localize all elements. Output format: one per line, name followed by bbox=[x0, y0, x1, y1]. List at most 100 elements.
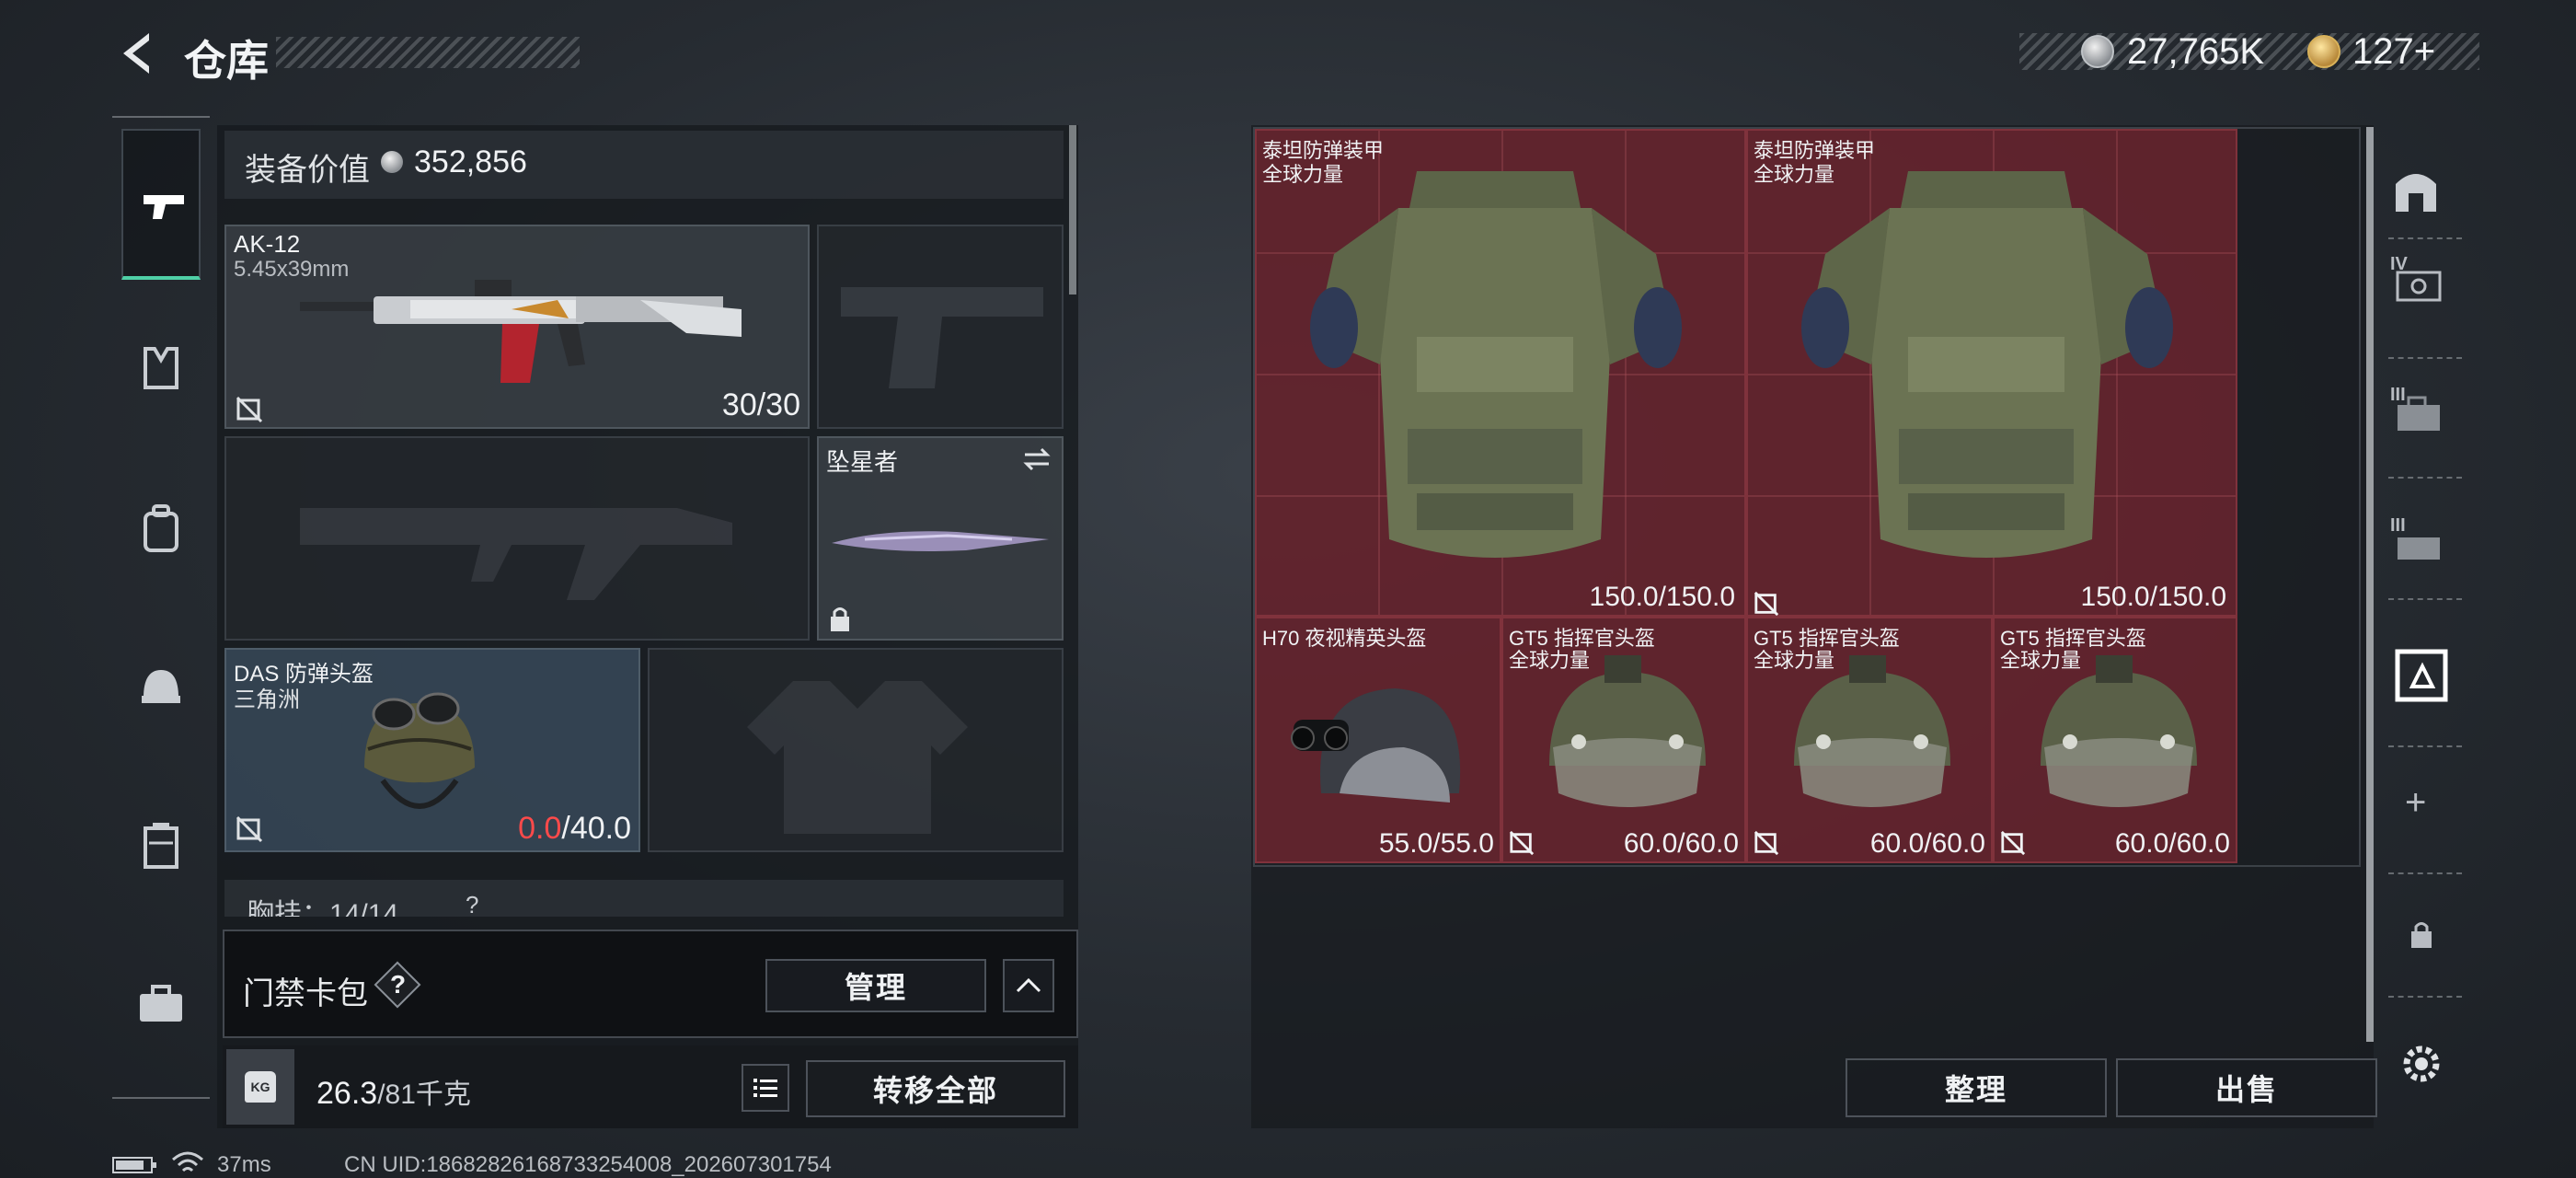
storage-item-armor[interactable]: 泰坦防弹装甲 全球力量 150.0/150.0 bbox=[1255, 129, 1779, 617]
weight-icon: KG bbox=[245, 1071, 276, 1103]
item-durability: 55.0/55.0 bbox=[1378, 828, 1494, 859]
rail-divider bbox=[2388, 872, 2462, 874]
helmet-tab-icon[interactable] bbox=[138, 664, 184, 707]
item-durability: 150.0/150.0 bbox=[1589, 582, 1735, 612]
no-insure-icon bbox=[1754, 830, 1779, 856]
storage-item-helmet[interactable]: GT5 指挥官头盔 全球力量 60.0/60.0 bbox=[1993, 617, 2237, 863]
rig-tab-icon[interactable] bbox=[140, 821, 182, 871]
gt5-helmet-image bbox=[1549, 655, 1706, 807]
tab-level-3a[interactable]: III bbox=[2390, 385, 2449, 440]
item-name: H70 夜视精英头盔 bbox=[1262, 627, 1427, 650]
no-insure-icon bbox=[236, 396, 263, 423]
helmet-durability-current: 0.0 bbox=[518, 811, 562, 846]
wifi-icon bbox=[172, 1151, 203, 1172]
case-tab-icon[interactable] bbox=[136, 983, 186, 1025]
keycard-help-mark: ? bbox=[390, 970, 407, 999]
titan-armor-image bbox=[1801, 171, 2173, 558]
gt5-helmet-image bbox=[2041, 655, 2197, 807]
tab-level-3b[interactable]: III bbox=[2390, 515, 2449, 571]
backpack-tab-icon[interactable] bbox=[138, 504, 184, 554]
gold-coin-icon bbox=[2307, 35, 2340, 68]
weight-value: 26.3/81千克 bbox=[316, 1071, 471, 1112]
page-title: 仓库 bbox=[184, 37, 269, 85]
item-durability: 60.0/60.0 bbox=[1623, 828, 1739, 859]
storage-scrollbar[interactable] bbox=[2366, 127, 2374, 1042]
knife-image bbox=[832, 531, 1049, 551]
transfer-all-button[interactable]: 转移全部 bbox=[806, 1060, 1065, 1117]
titan-armor-image bbox=[1310, 171, 1682, 558]
list-icon bbox=[753, 1079, 777, 1097]
tab-level-4[interactable]: IV bbox=[2390, 254, 2449, 309]
weight-current: 26.3 bbox=[316, 1076, 378, 1111]
storage-item-helmet[interactable]: GT5 指挥官头盔 全球力量 60.0/60.0 bbox=[1746, 617, 1993, 863]
pistol-silhouette-icon bbox=[841, 287, 1043, 388]
tab-active-container[interactable] bbox=[2388, 641, 2456, 709]
primary-weapon-slot[interactable]: AK-12 5.45x39mm 30/30 bbox=[224, 225, 810, 429]
rail-divider bbox=[2388, 996, 2462, 998]
h70-helmet-image bbox=[1291, 688, 1461, 803]
collapse-button[interactable] bbox=[1003, 959, 1054, 1012]
storage-item-helmet[interactable]: H70 夜视精英头盔 55.0/55.0 bbox=[1255, 617, 1501, 863]
weapon-ammo: 30/30 bbox=[721, 387, 800, 422]
no-insure-icon bbox=[2000, 830, 2026, 856]
gt5-helmet-image bbox=[1794, 655, 1950, 807]
rail-divider bbox=[2388, 357, 2462, 359]
rail-divider bbox=[2388, 237, 2462, 239]
case-icon bbox=[2396, 271, 2442, 302]
case-icon bbox=[2398, 396, 2440, 431]
das-helmet-image bbox=[364, 692, 475, 809]
silver-coin-icon bbox=[381, 151, 403, 173]
back-arrow-icon bbox=[123, 33, 149, 74]
no-insure-icon bbox=[1509, 830, 1535, 856]
melee-slot[interactable]: 坠星者 bbox=[817, 436, 1064, 641]
list-view-button[interactable] bbox=[742, 1064, 789, 1112]
weight-max: /81千克 bbox=[377, 1080, 471, 1110]
storage-item-armor[interactable]: 泰坦防弹装甲 全球力量 150.0/150.0 bbox=[1746, 129, 2237, 617]
storage-item-helmet[interactable]: GT5 指挥官头盔 全球力量 60.0/60.0 bbox=[1501, 617, 1746, 863]
armor-slot[interactable] bbox=[648, 648, 1064, 852]
sell-button[interactable]: 出售 bbox=[2116, 1058, 2377, 1117]
tab-weapons[interactable] bbox=[121, 129, 201, 280]
weight-icon-text: KG bbox=[250, 1080, 270, 1094]
container-icon bbox=[2395, 649, 2448, 702]
rail-divider bbox=[2388, 745, 2462, 747]
melee-name: 坠星者 bbox=[826, 448, 899, 476]
pistol-tab-icon bbox=[144, 195, 184, 219]
swap-icon[interactable] bbox=[1021, 445, 1052, 473]
chevron-up-icon bbox=[1016, 977, 1041, 993]
currency-silver: 27,765K bbox=[2127, 31, 2265, 72]
item-durability: 150.0/150.0 bbox=[2080, 582, 2226, 612]
storage-home-icon[interactable] bbox=[2390, 166, 2442, 217]
chest-rig-label: 胸挂：14/14 bbox=[247, 899, 399, 917]
uid-text: CN UID:18682826168733254008_202607301754 bbox=[344, 1152, 832, 1177]
silver-coin-icon bbox=[2081, 35, 2114, 68]
equipment-value: 352,856 bbox=[414, 144, 527, 179]
keycard-label: 门禁卡包 bbox=[243, 976, 368, 1011]
chest-rig-help[interactable]: ? bbox=[466, 891, 478, 917]
pistol-slot[interactable] bbox=[817, 225, 1064, 429]
manage-button[interactable]: 管理 bbox=[765, 959, 986, 1012]
rail-divider bbox=[2388, 477, 2462, 479]
back-button[interactable] bbox=[109, 26, 164, 81]
case-icon bbox=[2398, 537, 2440, 560]
battery-icon bbox=[112, 1157, 156, 1173]
helmet-durability-max: /40.0 bbox=[561, 811, 631, 846]
lock-icon[interactable] bbox=[2409, 918, 2434, 950]
helmet-tag: 三角洲 bbox=[234, 687, 300, 712]
rifle-silhouette-icon bbox=[300, 508, 732, 600]
sort-button[interactable]: 整理 bbox=[1846, 1058, 2107, 1117]
currency-gold[interactable]: 127+ bbox=[2352, 31, 2435, 73]
helmet-durability: 0.0/40.0 bbox=[518, 811, 631, 847]
title-decoration bbox=[276, 37, 580, 68]
loadout-scrollbar[interactable] bbox=[1069, 125, 1076, 294]
secondary-weapon-slot[interactable] bbox=[224, 436, 810, 641]
chest-rig-row[interactable]: 胸挂：14/14 ? bbox=[224, 880, 1064, 917]
add-tab-button[interactable]: + bbox=[2405, 782, 2426, 824]
helmet-slot[interactable]: DAS 防弹头盔 三角洲 0.0/40.0 bbox=[224, 648, 640, 852]
item-durability: 60.0/60.0 bbox=[2114, 828, 2230, 859]
rail-divider bbox=[2388, 598, 2462, 600]
weight-icon-box: KG bbox=[226, 1049, 294, 1125]
ak12-rifle-image bbox=[300, 280, 742, 383]
vest-tab-icon[interactable] bbox=[138, 345, 184, 391]
settings-icon[interactable] bbox=[2398, 1040, 2445, 1088]
